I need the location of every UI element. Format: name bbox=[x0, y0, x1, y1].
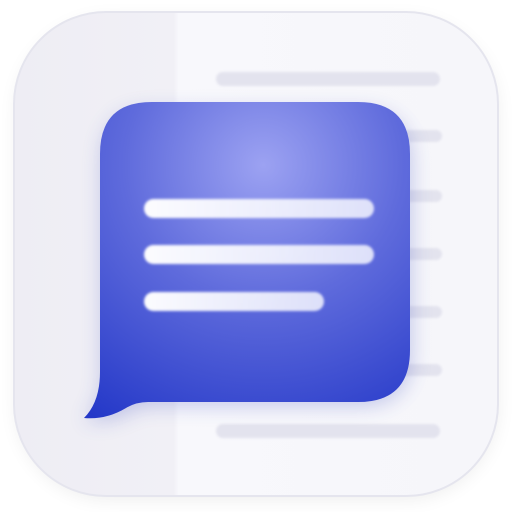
chat-app-icon bbox=[13, 11, 499, 498]
app-icon-canvas bbox=[0, 0, 512, 512]
message-line-1 bbox=[144, 199, 374, 218]
message-line-3 bbox=[144, 292, 324, 311]
message-line-2 bbox=[144, 245, 374, 264]
